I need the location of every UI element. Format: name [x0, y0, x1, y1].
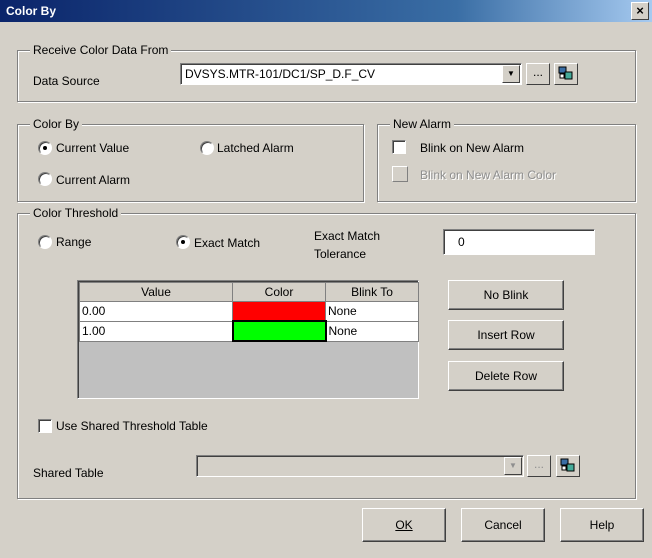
blink-color-label: Blink on New Alarm Color: [420, 168, 557, 182]
blink-on-new-alarm-checkbox[interactable]: [392, 140, 406, 154]
table-row[interactable]: 1.00 None: [79, 320, 419, 342]
current-value-label: Current Value: [56, 141, 130, 155]
column-header-color[interactable]: Color: [232, 282, 326, 302]
chevron-down-icon: ▼: [504, 457, 522, 475]
cell-value[interactable]: 0.00: [79, 301, 233, 322]
title-bar: Color By ×: [0, 0, 652, 22]
data-source-browse-button[interactable]: ...: [526, 63, 550, 85]
range-radio[interactable]: [38, 235, 52, 249]
current-value-radio[interactable]: [38, 141, 52, 155]
tag-browser-button[interactable]: [554, 63, 578, 85]
tolerance-label-line1: Exact Match: [314, 229, 381, 243]
latched-alarm-radio[interactable]: [200, 141, 214, 155]
shared-table-tag-button: [556, 455, 580, 477]
ok-label: OK: [395, 518, 413, 532]
tag-browser-icon: [558, 66, 573, 80]
cell-value[interactable]: 1.00: [79, 320, 233, 342]
column-header-value[interactable]: Value: [79, 282, 233, 302]
delete-row-button[interactable]: Delete Row: [448, 361, 564, 391]
table-header-row: Value Color Blink To: [79, 282, 419, 302]
data-source-combo[interactable]: DVSYS.MTR-101/DC1/SP_D.F_CV ▼: [180, 63, 522, 85]
color-by-legend: Color By: [30, 117, 83, 131]
new-alarm-group: New Alarm: [377, 117, 636, 202]
color-by-group: Color By: [17, 117, 364, 202]
use-shared-table-label: Use Shared Threshold Table: [56, 419, 208, 433]
help-label: Help: [589, 518, 615, 532]
exact-match-label: Exact Match: [194, 236, 261, 250]
data-source-value: DVSYS.MTR-101/DC1/SP_D.F_CV: [185, 67, 376, 81]
column-header-blink[interactable]: Blink To: [325, 282, 419, 302]
cancel-button[interactable]: Cancel: [461, 508, 545, 542]
close-icon[interactable]: ×: [631, 2, 649, 20]
tolerance-label-line2: Tolerance: [314, 247, 367, 261]
ok-button[interactable]: OK: [362, 508, 446, 542]
window-title: Color By: [6, 4, 57, 18]
latched-alarm-label: Latched Alarm: [217, 141, 294, 155]
exact-match-radio[interactable]: [176, 235, 190, 249]
use-shared-table-checkbox[interactable]: [38, 419, 52, 433]
shared-table-browse-button: ...: [527, 455, 551, 477]
shared-table-label: Shared Table: [33, 466, 104, 480]
cell-blink[interactable]: None: [325, 320, 419, 342]
cancel-label: Cancel: [484, 518, 522, 532]
help-button[interactable]: Help: [560, 508, 644, 542]
no-blink-button[interactable]: No Blink: [448, 280, 564, 310]
current-alarm-radio[interactable]: [38, 172, 52, 186]
color-threshold-legend: Color Threshold: [30, 206, 122, 220]
threshold-table[interactable]: Value Color Blink To 0.00 None 1.00 None: [77, 280, 419, 399]
tolerance-input[interactable]: 0: [443, 229, 595, 255]
current-alarm-label: Current Alarm: [56, 173, 131, 187]
tolerance-value: 0: [458, 235, 465, 249]
data-source-label: Data Source: [33, 74, 100, 88]
tag-browser-icon: [560, 458, 575, 472]
blink-on-new-alarm-label: Blink on New Alarm: [420, 141, 525, 155]
chevron-down-icon[interactable]: ▼: [502, 65, 520, 83]
blink-color-swatch: [392, 166, 408, 182]
cell-color-swatch[interactable]: [231, 320, 327, 342]
cell-blink[interactable]: None: [325, 301, 419, 322]
cell-color-swatch[interactable]: [232, 301, 326, 322]
table-row[interactable]: 0.00 None: [79, 301, 419, 322]
insert-row-button[interactable]: Insert Row: [448, 320, 564, 350]
shared-table-combo: ▼: [196, 455, 524, 477]
new-alarm-legend: New Alarm: [390, 117, 455, 131]
range-label: Range: [56, 235, 92, 249]
receive-color-legend: Receive Color Data From: [30, 43, 172, 57]
